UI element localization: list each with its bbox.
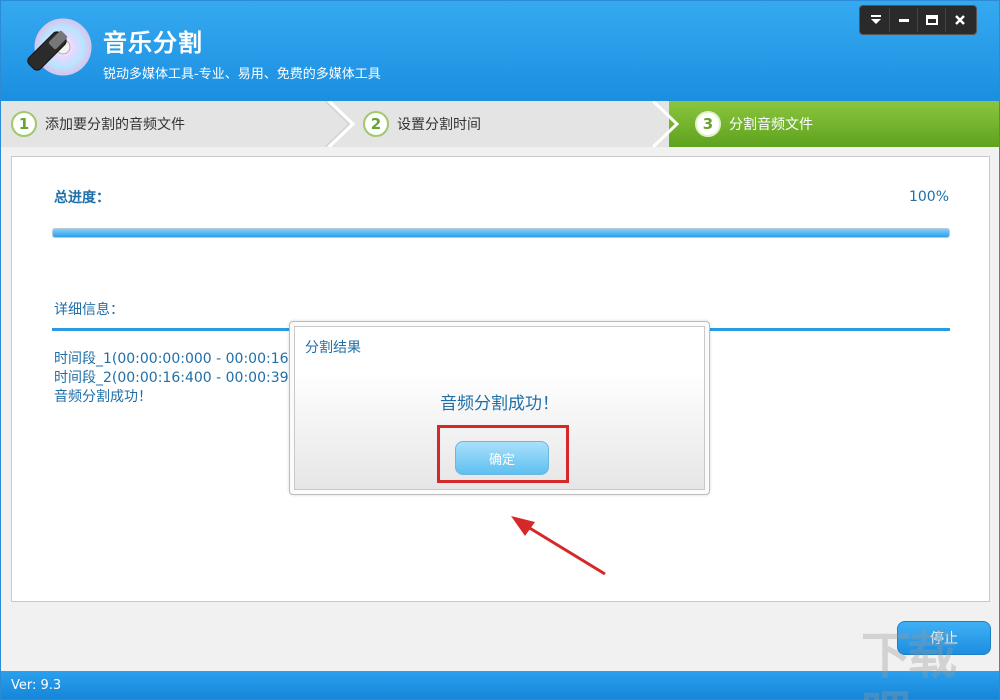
window-controls [859,5,977,35]
step-separator-icon [324,101,356,147]
close-button[interactable] [946,8,974,32]
step-label: 分割音频文件 [729,117,813,133]
step-split-audio: 3 分割音频文件 [695,101,813,147]
step-separator-icon [645,101,680,147]
step-set-time: 2 设置分割时间 [363,101,481,147]
annotation-arrow-icon [511,516,606,576]
minimize-button[interactable] [890,8,918,32]
minimize-icon [898,19,909,22]
maximize-button[interactable] [918,8,946,32]
step-add-files: 1 添加要分割的音频文件 [11,101,185,147]
app-title: 音乐分割 [103,29,203,57]
log-line: 时间段_1(00:00:00:000 - 00:00:16:4 [54,351,303,367]
details-label: 详细信息： [54,302,124,318]
status-bar: Ver: 9.3 [1,671,999,699]
app-subtitle: 锐动多媒体工具-专业、易用、免费的多媒体工具 [103,67,381,82]
progress-bar-fill [53,229,949,237]
dialog-title: 分割结果 [305,340,361,356]
progress-bar [52,228,950,238]
dialog-message: 音频分割成功！ [440,394,559,414]
log-line: 音频分割成功！ [54,389,152,405]
watermark: 下载吧 [861,627,957,700]
step-number: 1 [11,111,37,137]
progress-percent: 100% [908,189,949,205]
step-label: 设置分割时间 [397,117,481,133]
maximize-icon [925,15,938,25]
details-log: 时间段_1(00:00:00:000 - 00:00:16:4 时间段_2(00… [54,350,302,407]
dropdown-icon [870,15,881,24]
step-number: 3 [695,111,721,137]
cd-scissors-logo-icon [27,18,92,76]
title-bar: 音乐分割 锐动多媒体工具-专业、易用、免费的多媒体工具 [1,1,999,101]
step-label: 添加要分割的音频文件 [45,117,185,133]
highlight-box [437,425,569,483]
log-line: 时间段_2(00:00:16:400 - 00:00:39:0 [54,370,303,386]
close-icon [955,15,965,25]
total-progress-label: 总进度： [54,190,110,206]
version-label: Ver: 9.3 [11,678,62,693]
dropdown-button[interactable] [862,8,890,32]
step-number: 2 [363,111,389,137]
step-bar: 1 添加要分割的音频文件 2 设置分割时间 3 分割音频文件 [1,101,999,147]
